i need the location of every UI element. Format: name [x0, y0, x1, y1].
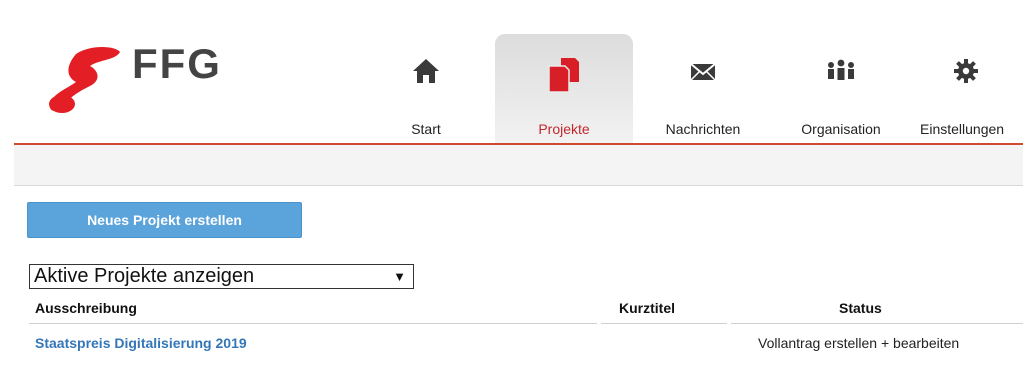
header-divider: [601, 323, 727, 324]
column-header-status[interactable]: Status: [839, 297, 882, 324]
ffg-logo-mark-icon: [49, 47, 120, 113]
documents-icon: [548, 58, 579, 93]
header: FFG Start Projekte Nachrichten Organisat…: [0, 0, 1023, 144]
header-divider: [731, 323, 1023, 324]
filter-selected-value: Aktive Projekte anzeigen: [34, 265, 255, 287]
logo-text: FFG: [132, 40, 222, 87]
nav-item-nachrichten[interactable]: Nachrichten: [633, 34, 773, 144]
envelope-icon: [690, 63, 716, 81]
new-project-button[interactable]: Neues Projekt erstellen: [27, 202, 302, 238]
nav-item-start[interactable]: Start: [357, 34, 495, 144]
chevron-down-icon: ▼: [393, 269, 406, 284]
column-header-kurztitel[interactable]: Kurztitel: [619, 297, 675, 324]
project-link[interactable]: Staatspreis Digitalisierung 2019: [35, 333, 247, 353]
nav-label-projekte: Projekte: [538, 121, 590, 137]
header-divider: [29, 323, 597, 324]
home-icon: [413, 59, 439, 83]
nav-label-start: Start: [411, 121, 441, 137]
ffg-logo[interactable]: FFG: [46, 40, 236, 115]
nav-item-einstellungen[interactable]: Einstellungen: [909, 34, 1023, 144]
nav-label-einstellungen: Einstellungen: [920, 121, 1005, 137]
people-icon: [828, 59, 854, 80]
project-filter-select[interactable]: Aktive Projekte anzeigen ▼: [29, 264, 414, 289]
nav-label-nachrichten: Nachrichten: [665, 121, 741, 137]
project-status: Vollantrag erstellen + bearbeiten: [758, 335, 960, 351]
nav-label-organisation: Organisation: [801, 121, 881, 137]
subheader-band: [14, 145, 1023, 186]
nav-item-organisation[interactable]: Organisation: [773, 34, 909, 144]
column-header-ausschreibung[interactable]: Ausschreibung: [35, 297, 137, 324]
gear-icon: [954, 59, 978, 83]
nav-item-projekte[interactable]: Projekte: [495, 34, 633, 144]
